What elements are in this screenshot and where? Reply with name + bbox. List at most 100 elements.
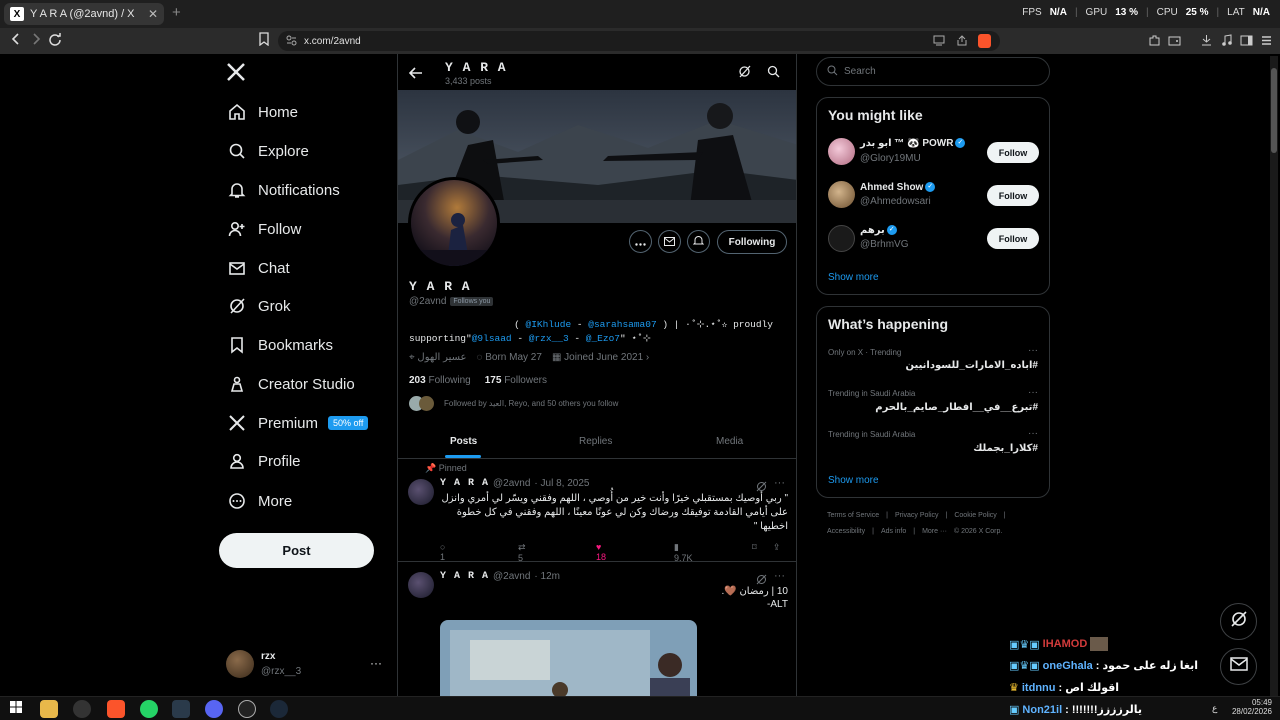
app-icon[interactable] bbox=[238, 700, 256, 718]
mention-link[interactable]: @_Ezo7 bbox=[586, 333, 620, 344]
file-explorer-icon[interactable] bbox=[40, 700, 58, 718]
obs-icon[interactable] bbox=[73, 700, 91, 718]
whatsapp-icon[interactable] bbox=[140, 700, 158, 718]
mention-link[interactable]: @sarahsama07 bbox=[588, 319, 656, 330]
system-clock[interactable]: 05:49 28/02/2026 bbox=[1228, 698, 1272, 716]
following-button[interactable]: Following bbox=[717, 230, 787, 254]
wallet-icon[interactable] bbox=[1168, 34, 1181, 50]
suggestion-handle[interactable]: @Glory19MU bbox=[860, 153, 921, 164]
mention-link[interactable]: @9lsaad bbox=[472, 333, 512, 344]
post-time[interactable]: · 12m bbox=[534, 571, 560, 582]
message-button[interactable] bbox=[658, 230, 681, 253]
search-icon[interactable] bbox=[767, 65, 780, 83]
discord-icon[interactable] bbox=[205, 700, 223, 718]
trend-more-icon[interactable]: ··· bbox=[1028, 345, 1038, 356]
suggestion-name[interactable]: برهم ✓ bbox=[860, 225, 897, 236]
tab-replies[interactable]: Replies bbox=[579, 436, 612, 447]
menu-icon[interactable] bbox=[1260, 34, 1273, 50]
trend-hashtag[interactable]: #اباده_الامارات_للسودانيين bbox=[906, 360, 1038, 371]
trend-more-icon[interactable]: ··· bbox=[1028, 387, 1038, 398]
followed-by-row[interactable]: Followed by العيد, Reyo, and 50 others y… bbox=[409, 396, 618, 411]
share-icon[interactable] bbox=[956, 35, 968, 49]
suggestion-avatar[interactable] bbox=[828, 138, 855, 165]
new-tab-button[interactable]: + bbox=[172, 4, 181, 21]
site-settings-icon[interactable] bbox=[286, 35, 297, 49]
tab-media[interactable]: Media bbox=[716, 436, 743, 447]
suggestion-name[interactable]: Ahmed Show ✓ bbox=[860, 182, 936, 193]
subscribe-button[interactable] bbox=[687, 230, 710, 253]
show-more-link[interactable]: Show more bbox=[828, 475, 879, 486]
account-menu-button[interactable]: ··· bbox=[370, 656, 382, 670]
nav-bookmarks[interactable]: Bookmarks bbox=[226, 332, 333, 358]
post-more-icon[interactable]: ··· bbox=[774, 477, 785, 489]
nav-explore[interactable]: Explore bbox=[226, 138, 309, 164]
steam-icon[interactable] bbox=[270, 700, 288, 718]
download-icon[interactable] bbox=[1200, 34, 1213, 50]
nav-grok[interactable]: Grok bbox=[226, 293, 291, 319]
address-bar[interactable]: x.com/2avnd bbox=[278, 31, 1000, 51]
terms-link[interactable]: Terms of Service bbox=[827, 512, 879, 519]
brave-browser-icon[interactable] bbox=[107, 700, 125, 718]
post-author-handle[interactable]: @2avnd bbox=[493, 478, 530, 489]
pinned-post[interactable]: 📌 Pinned Y A R A @2avnd · Jul 8, 2025 ··… bbox=[398, 459, 796, 563]
nav-notifications[interactable]: Notifications bbox=[226, 177, 340, 203]
back-arrow-icon[interactable] bbox=[408, 66, 423, 84]
mention-link[interactable]: @IKhlude bbox=[526, 319, 572, 330]
sidebar-toggle-icon[interactable] bbox=[1240, 34, 1253, 50]
music-icon[interactable] bbox=[1220, 34, 1233, 50]
nav-creator-studio[interactable]: Creator Studio bbox=[226, 371, 355, 397]
forward-arrow-icon[interactable] bbox=[30, 32, 42, 49]
nav-profile[interactable]: Profile bbox=[226, 448, 301, 474]
suggestion-handle[interactable]: @BrhmVG bbox=[860, 239, 909, 250]
language-indicator[interactable]: ع bbox=[1212, 703, 1217, 714]
suggestion-handle[interactable]: @Ahmedowsari bbox=[860, 196, 931, 207]
suggestion-avatar[interactable] bbox=[828, 181, 855, 208]
grok-float-button[interactable] bbox=[1220, 603, 1257, 640]
trend-hashtag[interactable]: #كلارا_بجملك bbox=[973, 443, 1038, 454]
accessibility-link[interactable]: Accessibility bbox=[827, 528, 865, 535]
tab-posts[interactable]: Posts bbox=[450, 436, 477, 447]
nav-chat[interactable]: Chat bbox=[226, 255, 290, 281]
bookmark-page-icon[interactable] bbox=[258, 32, 270, 49]
mention-link[interactable]: @rzx__3 bbox=[529, 333, 569, 344]
messages-float-button[interactable] bbox=[1220, 648, 1257, 685]
post-author-handle[interactable]: @2avnd bbox=[493, 571, 530, 582]
followers-stat[interactable]: 175 Followers bbox=[485, 375, 547, 386]
show-more-link[interactable]: Show more bbox=[828, 272, 879, 283]
nav-follow[interactable]: Follow bbox=[226, 216, 301, 242]
privacy-link[interactable]: Privacy Policy bbox=[895, 512, 939, 519]
page-scrollbar[interactable] bbox=[1270, 56, 1278, 696]
post-button[interactable]: Post bbox=[219, 533, 374, 568]
nav-premium[interactable]: Premium 50% off bbox=[226, 410, 369, 436]
post-author-name[interactable]: Y A R A bbox=[440, 571, 489, 582]
suggestion-avatar[interactable] bbox=[828, 225, 855, 252]
follow-button[interactable]: Follow bbox=[987, 228, 1039, 249]
following-stat[interactable]: 203 Following bbox=[409, 375, 471, 386]
follow-button[interactable]: Follow bbox=[987, 185, 1039, 206]
x-logo-icon[interactable] bbox=[226, 62, 246, 87]
views-button[interactable]: ▮ 9.7K bbox=[674, 542, 693, 563]
brave-shield-icon[interactable] bbox=[978, 34, 991, 48]
account-avatar[interactable] bbox=[226, 650, 254, 678]
like-button[interactable]: ♥ 18 bbox=[596, 542, 606, 562]
repost-button[interactable]: ⇄ 5 bbox=[518, 542, 526, 563]
scrollbar-thumb[interactable] bbox=[1271, 68, 1277, 153]
search-placeholder[interactable]: Search bbox=[844, 66, 876, 77]
close-tab-icon[interactable]: ✕ bbox=[148, 7, 158, 21]
app-icon[interactable] bbox=[172, 700, 190, 718]
post-author-name[interactable]: Y A R A bbox=[440, 478, 489, 489]
more-link[interactable]: More ··· bbox=[922, 528, 947, 535]
trend-more-icon[interactable]: ··· bbox=[1028, 428, 1038, 439]
trend-hashtag[interactable]: #تبرع__في__افطار_صايم_بالحرم bbox=[875, 402, 1038, 413]
nav-more[interactable]: More bbox=[226, 488, 292, 514]
post-time[interactable]: · Jul 8, 2025 bbox=[534, 478, 589, 489]
more-options-button[interactable] bbox=[629, 230, 652, 253]
follow-button[interactable]: Follow bbox=[987, 142, 1039, 163]
media-icon[interactable] bbox=[933, 35, 945, 49]
ads-info-link[interactable]: Ads info bbox=[881, 528, 906, 535]
cookie-link[interactable]: Cookie Policy bbox=[954, 512, 996, 519]
share-button[interactable]: ⇪ bbox=[773, 542, 781, 553]
grok-analyze-icon[interactable] bbox=[738, 65, 751, 83]
bookmark-button[interactable]: ⌑ bbox=[752, 542, 757, 553]
post-more-icon[interactable]: ··· bbox=[774, 570, 785, 582]
